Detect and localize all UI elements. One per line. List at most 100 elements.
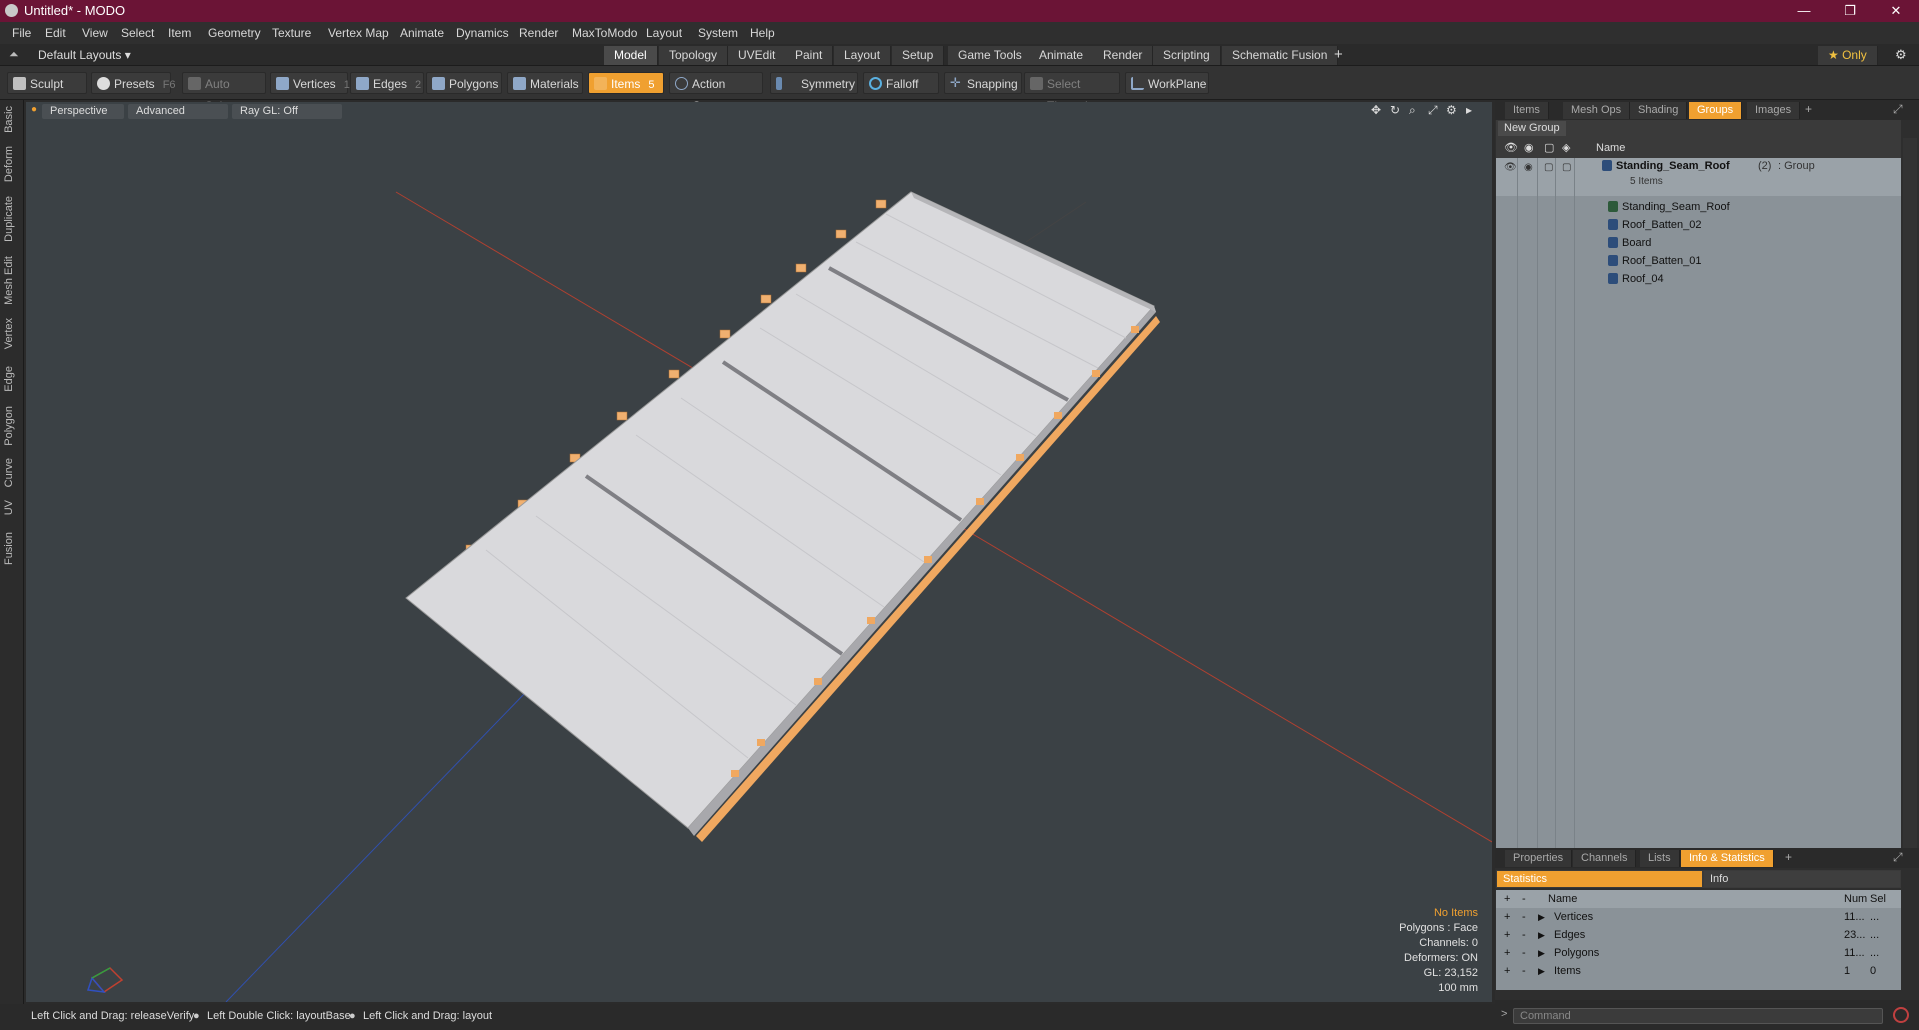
menu-animate[interactable]: Animate bbox=[400, 26, 444, 40]
remove-icon[interactable]: - bbox=[1522, 926, 1526, 944]
menu-render[interactable]: Render bbox=[519, 26, 558, 40]
expand-icon[interactable]: ▶ bbox=[1538, 926, 1545, 944]
add-tab-button[interactable]: + bbox=[1334, 46, 1343, 63]
remove-icon[interactable]: - bbox=[1522, 908, 1526, 926]
tool-tab-uv[interactable]: UV bbox=[3, 500, 21, 515]
menu-dynamics[interactable]: Dynamics bbox=[456, 26, 509, 40]
expand-icon[interactable]: ▶ bbox=[1538, 962, 1545, 980]
table-row[interactable]: + - ▶ Edges 23... ... bbox=[1496, 926, 1901, 944]
tab-shading[interactable]: Shading bbox=[1630, 102, 1688, 119]
tab-animate[interactable]: Animate bbox=[1029, 46, 1095, 65]
table-row[interactable]: + - ▶ Vertices 11... ... bbox=[1496, 908, 1901, 926]
tree-item[interactable]: Standing_Seam_Roof bbox=[1608, 198, 1730, 216]
tool-tab-deform[interactable]: Deform bbox=[3, 146, 21, 182]
tab-properties[interactable]: Properties bbox=[1505, 850, 1573, 867]
menu-system[interactable]: System bbox=[698, 26, 738, 40]
items-button[interactable]: Items 5 bbox=[588, 72, 664, 94]
table-row[interactable]: + - ▶ Items 1 0 bbox=[1496, 962, 1901, 980]
tab-paint[interactable]: Paint bbox=[785, 46, 834, 65]
add-icon[interactable]: + bbox=[1504, 962, 1510, 980]
workplane-button[interactable]: WorkPlane bbox=[1125, 72, 1209, 94]
auto-select-button[interactable]: Auto Select bbox=[182, 72, 266, 113]
tool-tab-vertex[interactable]: Vertex bbox=[3, 318, 21, 349]
lock-icon[interactable]: ▢ bbox=[1544, 162, 1553, 173]
tab-groups[interactable]: Groups bbox=[1689, 102, 1743, 119]
tab-items[interactable]: Items bbox=[1505, 102, 1549, 119]
tool-tab-fusion[interactable]: Fusion bbox=[3, 532, 21, 565]
menu-file[interactable]: File bbox=[12, 26, 31, 40]
vertices-button[interactable]: Vertices 1 bbox=[270, 72, 350, 94]
expand-icon[interactable]: ▶ bbox=[1538, 944, 1545, 962]
render-icon[interactable]: ◉ bbox=[1524, 162, 1533, 173]
remove-icon[interactable]: - bbox=[1522, 944, 1526, 962]
menu-geometry[interactable]: Geometry bbox=[208, 26, 261, 40]
tab-channels[interactable]: Channels bbox=[1573, 850, 1637, 867]
minimize-button[interactable]: — bbox=[1781, 0, 1827, 22]
edges-button[interactable]: Edges 2 bbox=[350, 72, 424, 94]
select-through-button[interactable]: Select Through bbox=[1024, 72, 1120, 113]
tree-item[interactable]: Board bbox=[1608, 234, 1651, 252]
tool-tab-duplicate[interactable]: Duplicate bbox=[3, 196, 21, 242]
add-icon[interactable]: + bbox=[1504, 890, 1510, 908]
record-icon[interactable] bbox=[1893, 1007, 1909, 1023]
tab-images[interactable]: Images bbox=[1747, 102, 1801, 119]
menu-maxtomodo[interactable]: MaxToModo bbox=[572, 26, 637, 40]
subtab-info[interactable]: Info bbox=[1704, 871, 1900, 887]
panel-expand-icon[interactable]: ⤢ bbox=[1893, 850, 1903, 865]
tab-schematic-fusion[interactable]: Schematic Fusion bbox=[1222, 46, 1339, 65]
tool-tab-mesh-edit[interactable]: Mesh Edit bbox=[3, 256, 21, 305]
snapping-button[interactable]: ✛ Snapping bbox=[944, 72, 1022, 94]
tab-info-statistics[interactable]: Info & Statistics bbox=[1681, 850, 1774, 867]
maximize-button[interactable]: ❐ bbox=[1827, 0, 1873, 22]
settings-gear-icon[interactable]: ⚙ bbox=[1895, 47, 1907, 63]
tab-render[interactable]: Render bbox=[1093, 46, 1154, 65]
tab-scripting[interactable]: Scripting bbox=[1153, 46, 1221, 65]
layout-selector[interactable]: Default Layouts ▾ bbox=[38, 48, 131, 62]
expand-icon[interactable]: ▶ bbox=[1538, 908, 1545, 926]
select-icon[interactable]: ▢ bbox=[1562, 162, 1571, 173]
panel-expand-icon[interactable]: ⤢ bbox=[1893, 102, 1903, 117]
tab-game-tools[interactable]: Game Tools bbox=[948, 46, 1033, 65]
menu-texture[interactable]: Texture bbox=[272, 26, 311, 40]
render-icon[interactable]: ◉ bbox=[1524, 141, 1534, 154]
groups-scrollbar[interactable] bbox=[1903, 138, 1917, 862]
new-group-button[interactable]: New Group bbox=[1498, 121, 1566, 136]
tree-item[interactable]: Roof_Batten_01 bbox=[1608, 252, 1702, 270]
remove-icon[interactable]: - bbox=[1522, 890, 1526, 908]
subtab-statistics[interactable]: Statistics bbox=[1497, 871, 1702, 887]
tool-tab-polygon[interactable]: Polygon bbox=[3, 406, 21, 446]
command-input[interactable]: Command bbox=[1513, 1008, 1883, 1024]
3d-viewport[interactable]: ● Perspective Advanced Ray GL: Off ✥ ↻ ⌕… bbox=[26, 102, 1492, 1002]
polygons-button[interactable]: Polygons bbox=[426, 72, 502, 94]
add-icon[interactable]: + bbox=[1504, 944, 1510, 962]
tab-layout[interactable]: Layout bbox=[834, 46, 892, 65]
visibility-eye-icon[interactable]: 👁 bbox=[1504, 162, 1517, 173]
tab-lists[interactable]: Lists bbox=[1640, 850, 1680, 867]
falloff-button[interactable]: Falloff bbox=[863, 72, 939, 94]
add-panel-tab-button[interactable]: + bbox=[1785, 850, 1792, 864]
menu-help[interactable]: Help bbox=[750, 26, 775, 40]
tab-model[interactable]: Model bbox=[604, 46, 658, 65]
presets-button[interactable]: Presets F6 bbox=[91, 72, 176, 94]
action-center-button[interactable]: Action Center bbox=[669, 72, 763, 113]
select-icon[interactable]: ◈ bbox=[1562, 141, 1570, 154]
remove-icon[interactable]: - bbox=[1522, 962, 1526, 980]
tab-topology[interactable]: Topology bbox=[659, 46, 729, 65]
add-icon[interactable]: + bbox=[1504, 926, 1510, 944]
tool-tab-curve[interactable]: Curve bbox=[3, 458, 21, 487]
lock-icon[interactable]: ▢ bbox=[1544, 141, 1554, 154]
add-panel-tab-button[interactable]: + bbox=[1805, 102, 1812, 116]
tool-tab-basic[interactable]: Basic bbox=[3, 106, 21, 133]
add-icon[interactable]: + bbox=[1504, 908, 1510, 926]
menu-edit[interactable]: Edit bbox=[45, 26, 66, 40]
menu-item[interactable]: Item bbox=[168, 26, 191, 40]
table-row[interactable]: + - ▶ Polygons 11... ... bbox=[1496, 944, 1901, 962]
tab-mesh-ops[interactable]: Mesh Ops bbox=[1563, 102, 1631, 119]
menu-view[interactable]: View bbox=[82, 26, 108, 40]
tab-uvedit[interactable]: UVEdit bbox=[728, 46, 787, 65]
menu-select[interactable]: Select bbox=[121, 26, 154, 40]
materials-button[interactable]: Materials bbox=[507, 72, 583, 94]
tree-item[interactable]: Roof_Batten_02 bbox=[1608, 216, 1702, 234]
group-row[interactable]: 👁 ◉ ▢ ▢ Standing_Seam_Roof (2) : Group 5… bbox=[1496, 158, 1901, 196]
menu-vertex-map[interactable]: Vertex Map bbox=[328, 26, 389, 40]
